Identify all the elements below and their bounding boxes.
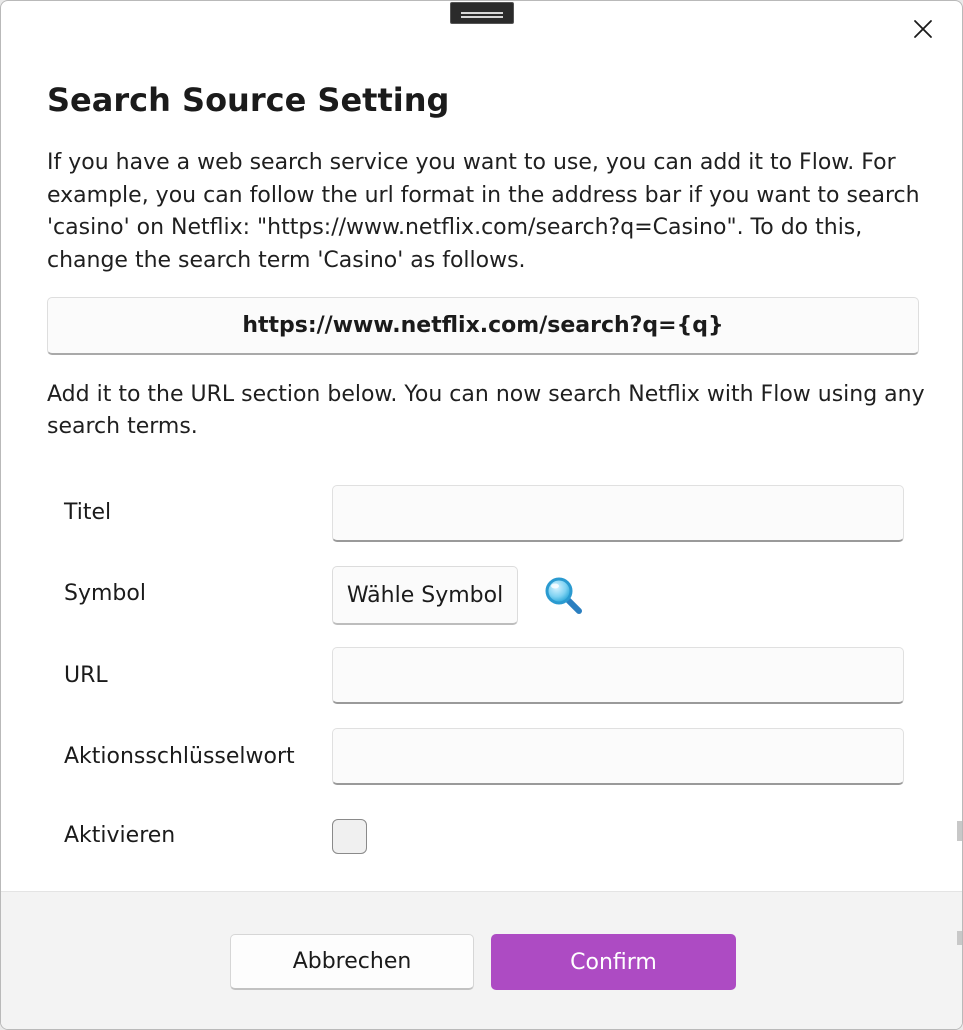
close-icon — [914, 20, 932, 38]
title-label: Titel — [64, 500, 112, 525]
dialog-description: If you have a web search service you wan… — [47, 150, 920, 273]
symbol-label: Symbol — [64, 581, 146, 606]
title-input[interactable] — [332, 485, 904, 542]
action-keyword-input[interactable] — [332, 728, 904, 785]
drag-handle-icon[interactable] — [450, 2, 514, 24]
cancel-button[interactable]: Abbrechen — [230, 934, 474, 990]
window-edge-marker — [957, 821, 962, 841]
close-button[interactable] — [901, 7, 945, 51]
url-label: URL — [64, 663, 108, 688]
dialog-title: Search Source Setting — [47, 81, 450, 119]
example-url-box: https://www.netflix.com/search?q={q} — [47, 297, 919, 355]
confirm-button[interactable]: Confirm — [491, 934, 736, 990]
enable-checkbox[interactable] — [332, 819, 367, 854]
url-input[interactable] — [332, 647, 904, 704]
enable-label: Aktivieren — [64, 823, 176, 848]
dialog-footer — [1, 891, 962, 1029]
window-edge-marker — [957, 931, 962, 945]
action-keyword-label: Aktionsschlüsselwort — [64, 744, 295, 769]
choose-symbol-button[interactable]: Wähle Symbol — [332, 566, 518, 625]
dialog-description-2: Add it to the URL section below. You can… — [47, 382, 925, 439]
magnifier-icon — [545, 577, 582, 614]
search-source-dialog: Search Source Setting If you have a web … — [0, 0, 963, 1030]
